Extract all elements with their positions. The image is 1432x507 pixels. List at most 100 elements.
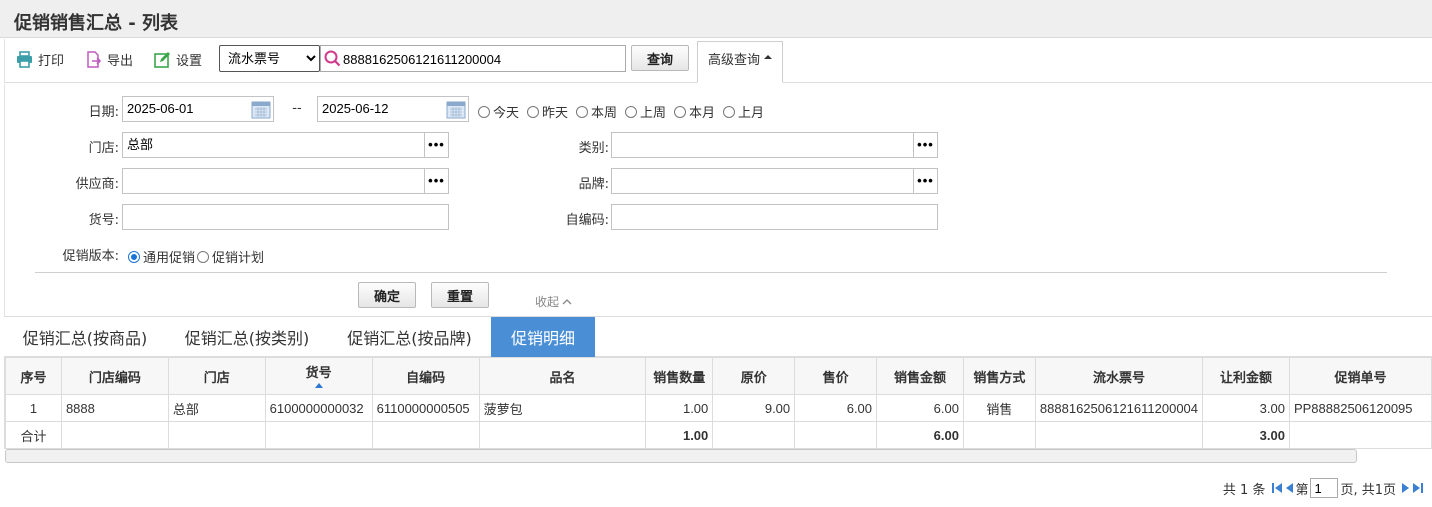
settings-label: 设置 (176, 53, 203, 69)
brand-picker-button[interactable]: ••• (913, 169, 937, 193)
print-button[interactable]: 打印 (16, 48, 64, 70)
caret-up-icon (764, 55, 772, 59)
calendar-icon[interactable] (251, 100, 271, 119)
total-row: 合计 1.00 6.00 3.00 (5, 421, 1432, 449)
reset-button[interactable]: 重置 (431, 282, 489, 308)
version-option-label: 通用促销 (143, 251, 196, 266)
date-from-field[interactable]: 2025-06-01 (122, 96, 274, 122)
table-header-row: 序号 门店编码 门店 货号 自编码 品名 销售数量 原价 售价 销售金额 销售方… (5, 357, 1432, 395)
quick-date-label: 本周 (591, 106, 618, 121)
prev-page-icon[interactable] (1285, 482, 1294, 494)
quick-date-this-week[interactable]: 本周 (576, 102, 617, 121)
search-box[interactable] (320, 45, 626, 72)
date-to-field[interactable]: 2025-06-12 (317, 96, 469, 122)
category-picker-button[interactable]: ••• (913, 133, 937, 157)
quick-date-label: 昨天 (542, 106, 569, 121)
horizontal-scrollbar[interactable] (5, 449, 1357, 463)
export-label: 导出 (107, 53, 134, 69)
supplier-label: 供应商: (75, 177, 119, 192)
total-amount: 6.00 (876, 421, 964, 449)
total-count: 共 1 条 (1222, 482, 1266, 498)
calendar-icon[interactable] (446, 100, 466, 119)
advanced-query-label: 高级查询 (707, 53, 760, 68)
column-header[interactable]: 序号 (5, 357, 62, 395)
total-cell (1034, 421, 1204, 449)
cell-sale-type: 销售 (962, 394, 1036, 422)
settings-button[interactable]: 设置 (154, 48, 202, 70)
store-value: 总部 (127, 137, 154, 152)
printer-icon (17, 50, 32, 68)
quick-date-label: 本月 (689, 106, 716, 121)
cell-promo-no: PP88882506120095 (1288, 394, 1432, 422)
print-label: 打印 (38, 53, 65, 69)
total-cell (371, 421, 480, 449)
cell-selfcode: 6110000000505 (371, 394, 480, 422)
column-header[interactable]: 售价 (794, 357, 878, 395)
cell-discount: 3.00 (1202, 394, 1290, 422)
edit-settings-icon (154, 51, 170, 68)
report-tabs: 促销汇总(按商品) 促销汇总(按类别) 促销汇总(按品牌) 促销明细 (4, 316, 1432, 357)
column-header[interactable]: 销售方式 (962, 357, 1036, 395)
page-prefix: 第 (1295, 482, 1309, 498)
column-header[interactable]: 门店 (167, 357, 266, 395)
last-page-icon[interactable] (1412, 482, 1423, 494)
column-header[interactable]: 流水票号 (1034, 357, 1204, 395)
total-qty: 1.00 (645, 421, 714, 449)
confirm-button[interactable]: 确定 (358, 282, 416, 308)
quick-date-last-month[interactable]: 上月 (723, 102, 764, 121)
quick-date-label: 今天 (493, 106, 520, 121)
date-separator: -- (292, 101, 302, 116)
version-label: 促销版本: (62, 249, 119, 264)
column-header[interactable]: 原价 (712, 357, 796, 395)
cell-receipt-no: 8888162506121611200004 (1034, 394, 1204, 422)
column-header[interactable]: 品名 (478, 357, 647, 395)
tab-detail[interactable]: 促销明细 (491, 317, 595, 357)
column-header[interactable]: 自编码 (371, 357, 480, 395)
tab-by-brand[interactable]: 促销汇总(按品牌) (328, 317, 491, 357)
column-header[interactable]: 销售金额 (876, 357, 964, 395)
page-suffix: 页, 共1页 (1340, 482, 1396, 498)
version-general-radio[interactable]: 通用促销 (128, 247, 195, 266)
tab-by-category[interactable]: 促销汇总(按类别) (166, 317, 328, 357)
column-header[interactable]: 销售数量 (645, 357, 714, 395)
column-header[interactable]: 门店编码 (60, 357, 169, 395)
column-header-sorted[interactable]: 货号 (264, 357, 373, 395)
first-page-icon[interactable] (1272, 482, 1283, 494)
quick-date-today[interactable]: 今天 (478, 102, 519, 121)
selfcode-field[interactable] (611, 204, 938, 230)
category-field[interactable]: ••• (611, 132, 938, 158)
search-input[interactable] (343, 49, 623, 69)
column-header[interactable]: 让利金额 (1202, 357, 1290, 395)
tab-by-product[interactable]: 促销汇总(按商品) (4, 317, 166, 357)
category-label: 类别: (578, 141, 609, 156)
divider (35, 272, 1387, 273)
search-field-select[interactable]: 流水票号 (219, 45, 320, 72)
supplier-field[interactable]: ••• (122, 168, 449, 194)
cell-store: 总部 (167, 394, 266, 422)
cell-product-name: 菠萝包 (478, 394, 647, 422)
sku-field[interactable] (122, 204, 449, 230)
collapse-toggle[interactable]: 收起 (535, 293, 572, 310)
detail-table: 序号 门店编码 门店 货号 自编码 品名 销售数量 原价 售价 销售金额 销售方… (5, 357, 1432, 449)
column-header[interactable]: 促销单号 (1288, 357, 1432, 395)
radio-icon (478, 105, 490, 118)
next-page-icon[interactable] (1401, 482, 1410, 494)
quick-date-this-month[interactable]: 本月 (674, 102, 715, 121)
quick-date-yesterday[interactable]: 昨天 (527, 102, 568, 121)
chevron-up-icon (562, 298, 572, 304)
brand-field[interactable]: ••• (611, 168, 938, 194)
version-plan-radio[interactable]: 促销计划 (197, 247, 264, 266)
total-cell (478, 421, 647, 449)
page-number-input[interactable] (1310, 478, 1339, 498)
store-field[interactable]: 总部 ••• (122, 132, 449, 158)
search-icon (324, 50, 341, 67)
supplier-picker-button[interactable]: ••• (424, 169, 448, 193)
store-picker-button[interactable]: ••• (424, 133, 448, 157)
advanced-query-toggle[interactable]: 高级查询 (697, 41, 783, 83)
table-row[interactable]: 1 8888 总部 6100000000032 6110000000505 菠萝… (5, 394, 1432, 422)
page-title: 促销销售汇总 - 列表 (14, 13, 179, 34)
quick-date-label: 上周 (640, 106, 667, 121)
quick-date-last-week[interactable]: 上周 (625, 102, 666, 121)
export-button[interactable]: 导出 (85, 48, 133, 70)
query-button[interactable]: 查询 (631, 45, 689, 71)
